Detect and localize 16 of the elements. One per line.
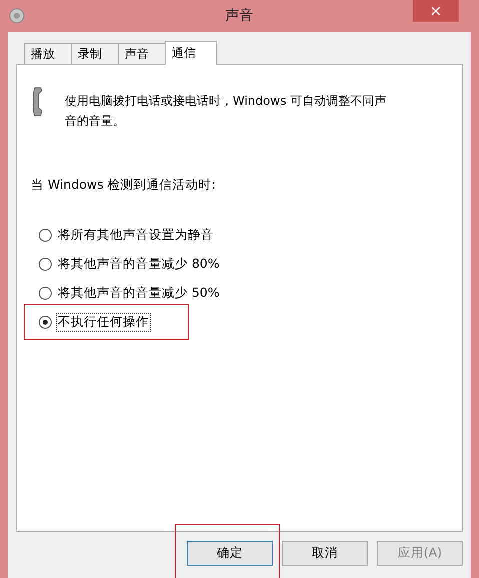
- tab[interactable]: 播放: [24, 43, 72, 64]
- option-label: 将其他声音的音量减少 80%: [57, 254, 221, 272]
- radio-button[interactable]: [39, 316, 52, 328]
- dialog-button[interactable]: 取消: [282, 541, 368, 566]
- window-title: 声音: [226, 7, 254, 25]
- radio-button[interactable]: [39, 228, 52, 242]
- dialog-button[interactable]: 确定: [187, 541, 273, 566]
- option-label: 将其他声音的音量减少 50%: [57, 284, 221, 302]
- option-label: 不执行任何操作: [56, 312, 151, 332]
- description-text: 使用电脑拨打电话或接电话时，Windows 可自动调整不同声音的音量。: [65, 93, 388, 130]
- prompt-text: 当 Windows 检测到通信活动时:: [31, 177, 217, 194]
- radio-button[interactable]: [39, 286, 52, 300]
- option-label: 将所有其他声音设置为静音: [57, 226, 215, 244]
- close-button[interactable]: ×: [413, 0, 459, 22]
- radio-button[interactable]: [39, 258, 52, 270]
- tab[interactable]: 通信: [165, 41, 217, 65]
